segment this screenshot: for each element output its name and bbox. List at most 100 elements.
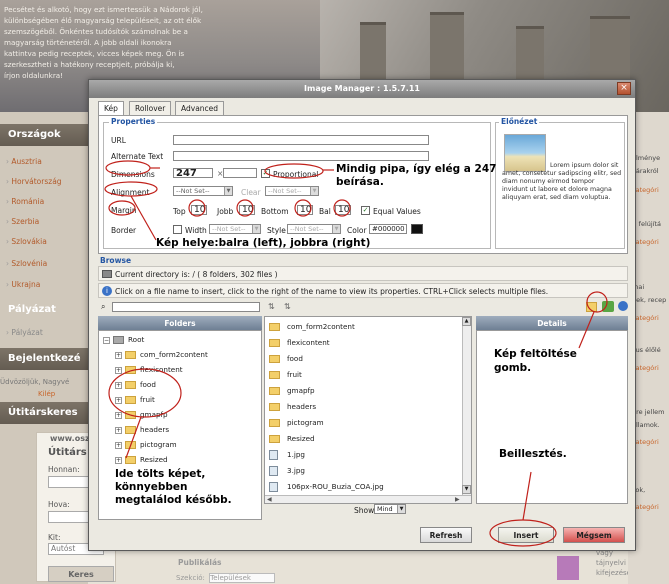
country-link[interactable]: Románia bbox=[6, 197, 44, 206]
file-folder-item[interactable]: com_form2content bbox=[269, 322, 355, 333]
width-input[interactable]: 247 bbox=[173, 168, 213, 179]
tender-link[interactable]: Pályázat bbox=[6, 328, 42, 337]
tree-folder[interactable]: + Resized bbox=[115, 455, 168, 465]
right-text: t, felújítá bbox=[632, 220, 662, 228]
tree-folder[interactable]: + pictogram bbox=[115, 440, 177, 450]
border-style-select[interactable]: --Not Set-- ▼ bbox=[287, 224, 341, 234]
tree-folder[interactable]: + food bbox=[115, 380, 156, 390]
alt-text-input[interactable] bbox=[173, 151, 429, 161]
tree-folder[interactable]: + com_form2content bbox=[115, 350, 208, 360]
file-image-item[interactable]: 1.jpg bbox=[269, 450, 305, 461]
file-image-item[interactable]: 106px-ROU_Buzia_COA.jpg bbox=[269, 482, 384, 493]
url-input[interactable] bbox=[173, 135, 429, 145]
category-link[interactable]: kategóri bbox=[632, 503, 659, 512]
margin-label: Margin bbox=[111, 206, 137, 215]
border-width-select[interactable]: --Not Set-- ▼ bbox=[209, 224, 261, 234]
tab-rollover[interactable]: Rollover bbox=[129, 101, 172, 115]
color-picker-icon[interactable] bbox=[411, 224, 423, 234]
file-folder-item[interactable]: food bbox=[269, 354, 303, 365]
scroll-down-icon[interactable]: ▼ bbox=[462, 485, 471, 494]
file-folder-item[interactable]: pictogram bbox=[269, 418, 324, 429]
border-label: Border bbox=[111, 226, 137, 235]
help-icon[interactable] bbox=[618, 301, 628, 311]
tab-image[interactable]: Kép bbox=[98, 101, 124, 116]
file-folder-item[interactable]: headers bbox=[269, 402, 316, 413]
file-folder-item[interactable]: fruit bbox=[269, 370, 302, 381]
logout-link[interactable]: Kilép bbox=[38, 390, 55, 398]
show-select[interactable]: Mind ▼ bbox=[374, 504, 406, 514]
file-image-item[interactable]: 3.jpg bbox=[269, 466, 305, 477]
country-link[interactable]: Szerbia bbox=[6, 217, 39, 226]
section-label: Szekció: bbox=[176, 574, 205, 582]
equal-values-checkbox[interactable]: ✓ bbox=[361, 206, 370, 215]
tree-folder[interactable]: + fruit bbox=[115, 395, 155, 405]
sort-icon[interactable]: ⇅ bbox=[268, 302, 275, 311]
tree-folder[interactable]: + flexicontent bbox=[115, 365, 183, 375]
margin-bottom-input[interactable]: 10 bbox=[297, 205, 313, 215]
file-folder-item[interactable]: flexicontent bbox=[269, 338, 330, 349]
border-width-label: Width bbox=[185, 226, 207, 235]
travel-heading: Útitárskeres bbox=[0, 402, 88, 424]
details-header: Details bbox=[476, 316, 628, 330]
category-link[interactable]: kategóri bbox=[632, 364, 659, 373]
tree-folder[interactable]: + headers bbox=[115, 425, 169, 435]
site-url: www.osz bbox=[50, 434, 90, 443]
tree-root[interactable]: − Root bbox=[103, 335, 144, 345]
current-directory-text: Current directory is: / ( 8 folders, 302… bbox=[115, 270, 278, 279]
properties-legend: Properties bbox=[109, 117, 158, 126]
alt-text-label: Alternate Text bbox=[111, 152, 164, 161]
folder-icon bbox=[269, 323, 280, 331]
refresh-button[interactable]: Refresh bbox=[420, 527, 472, 543]
country-link[interactable]: Ukrajna bbox=[6, 280, 40, 289]
file-list-scrollbar[interactable] bbox=[462, 317, 471, 495]
proportional-note: Mindig pipa, így elég a 247 beírása. bbox=[336, 163, 497, 188]
tender-heading: Pályázat bbox=[8, 304, 56, 315]
right-text: élménye bbox=[632, 154, 661, 162]
search-icon: ⌕ bbox=[101, 302, 106, 311]
folder-icon bbox=[269, 387, 280, 395]
file-folder-item[interactable]: gmapfp bbox=[269, 386, 315, 397]
close-icon[interactable]: × bbox=[617, 82, 631, 95]
search-button[interactable]: Keres bbox=[48, 566, 114, 582]
scroll-up-icon[interactable]: ▲ bbox=[462, 317, 471, 326]
margin-top-input[interactable]: 10 bbox=[191, 205, 207, 215]
alignment-select[interactable]: --Not Set-- ▼ bbox=[173, 186, 233, 196]
image-file-icon bbox=[269, 482, 278, 492]
country-link[interactable]: Szlovénia bbox=[6, 259, 47, 268]
insert-button[interactable]: Insert bbox=[498, 527, 554, 543]
scroll-right-icon[interactable]: ▶ bbox=[455, 496, 460, 503]
category-link[interactable]: kategóri bbox=[632, 438, 659, 447]
scroll-left-icon[interactable]: ◀ bbox=[267, 496, 272, 503]
border-color-input[interactable]: #000000 bbox=[369, 224, 407, 234]
border-checkbox[interactable] bbox=[173, 225, 182, 234]
section-select[interactable]: Települések bbox=[209, 573, 276, 583]
margin-right-input[interactable]: 10 bbox=[239, 205, 255, 215]
margin-left-input[interactable]: 10 bbox=[335, 205, 351, 215]
folder-icon bbox=[125, 396, 136, 404]
folder-icon bbox=[113, 336, 124, 344]
file-list-hscrollbar[interactable]: ◀ ▶ bbox=[265, 495, 471, 503]
category-link[interactable]: kategóri bbox=[632, 238, 659, 247]
category-link[interactable]: kategóri bbox=[632, 186, 659, 195]
folder-icon bbox=[269, 371, 280, 379]
country-link[interactable]: Horvátország bbox=[6, 177, 61, 186]
image-file-icon bbox=[269, 450, 278, 460]
new-folder-icon[interactable] bbox=[586, 302, 597, 312]
cancel-button[interactable]: Mégsem bbox=[563, 527, 625, 543]
file-folder-item[interactable]: Resized bbox=[269, 434, 315, 445]
alignment-label: Alignment bbox=[111, 188, 150, 197]
info-icon: i bbox=[102, 286, 112, 296]
upload-icon[interactable] bbox=[602, 301, 614, 312]
tab-advanced[interactable]: Advanced bbox=[175, 101, 225, 115]
country-link[interactable]: Szlovákia bbox=[6, 237, 46, 246]
filter-input[interactable] bbox=[112, 302, 260, 312]
category-link[interactable]: kategóri bbox=[632, 314, 659, 323]
country-link[interactable]: Ausztria bbox=[6, 157, 41, 166]
height-input[interactable] bbox=[223, 168, 257, 178]
clear-select[interactable]: --Not Set-- ▼ bbox=[265, 186, 319, 196]
to-label: Hova: bbox=[48, 500, 70, 509]
view-icon[interactable]: ⇅ bbox=[284, 302, 291, 311]
proportional-checkbox[interactable]: ✓ bbox=[261, 169, 270, 178]
browse-toolbar: ⌕ ⇅ ⇅ bbox=[98, 300, 628, 314]
tree-folder[interactable]: + gmapfp bbox=[115, 410, 168, 420]
